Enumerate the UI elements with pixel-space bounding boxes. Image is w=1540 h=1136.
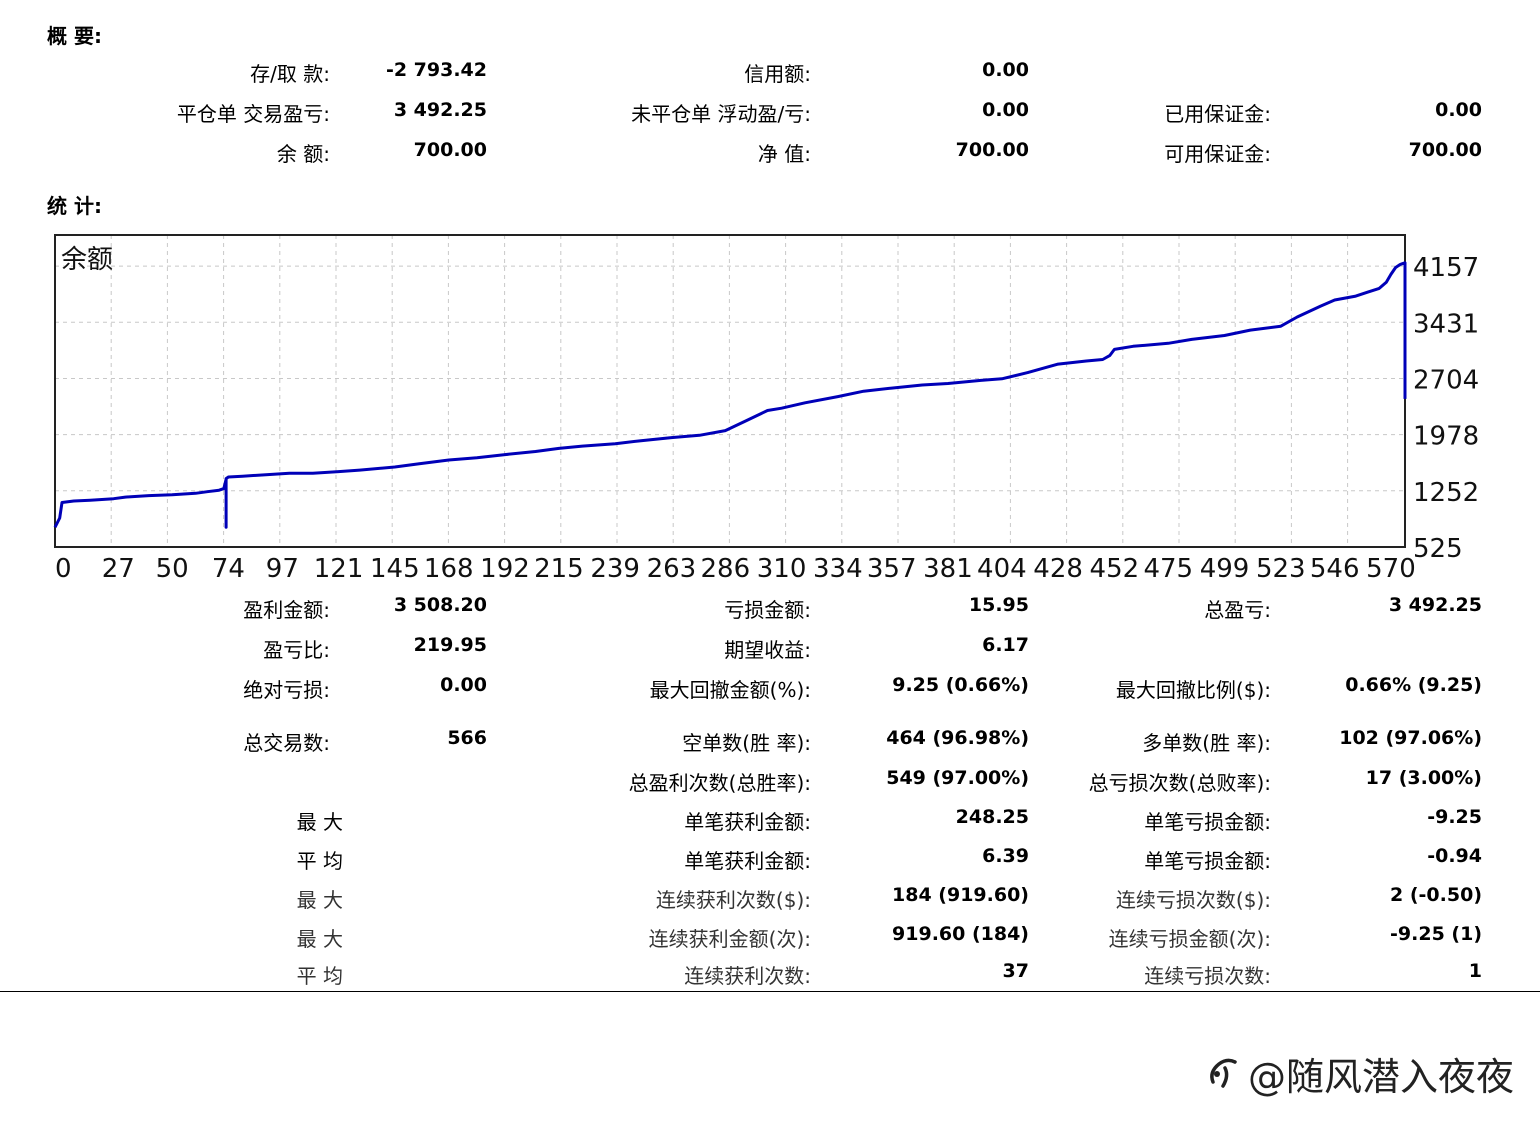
x-tick-label: 523: [1256, 554, 1306, 584]
x-tick-label: 192: [480, 554, 530, 584]
stats-value: 6.17: [982, 634, 1029, 656]
stats-right-label: 连续亏损次数:: [1144, 964, 1271, 988]
stats-left-label: 绝对亏损:: [243, 678, 330, 702]
watermark-text: @随风潜入夜夜: [1248, 1055, 1515, 1099]
stats-mid-label: 单笔获利金额:: [684, 810, 811, 834]
stats-value: 0.66% (9.25): [1345, 674, 1482, 696]
stats-mid-label: 期望收益:: [724, 638, 811, 662]
stats-right-label: 总盈亏:: [1204, 598, 1271, 622]
stats-left-label: 总交易数:: [243, 731, 330, 755]
x-tick-label: 27: [102, 554, 135, 584]
y-tick-label: 525: [1413, 534, 1463, 564]
x-tick-label: 74: [212, 554, 245, 584]
x-tick-label: 215: [534, 554, 584, 584]
x-tick-label: 428: [1033, 554, 1083, 584]
x-tick-label: 357: [867, 554, 917, 584]
stats-mid-label: 连续获利次数($):: [655, 888, 811, 912]
x-tick-label: 121: [314, 554, 364, 584]
x-tick-label: 475: [1143, 554, 1193, 584]
stats-value: 3 492.25: [1388, 594, 1482, 616]
stats-right-label: 单笔亏损金额:: [1144, 849, 1271, 873]
stats-mid-label: 总盈利次数(总胜率):: [628, 771, 811, 795]
stats-mid-label: 连续获利次数:: [684, 964, 811, 988]
x-tick-label: 310: [757, 554, 807, 584]
stats-mid-label: 最大回撤金额(%):: [649, 678, 811, 702]
stats-mid-label: 单笔获利金额:: [684, 849, 811, 873]
stats-value: -0.94: [1427, 845, 1482, 867]
x-tick-label: 239: [590, 554, 640, 584]
chart-title: 余额: [61, 245, 113, 275]
stats-value: 102 (97.06%): [1339, 727, 1482, 749]
stats-value: -9.25 (1): [1390, 923, 1482, 945]
stats-value: -9.25: [1427, 806, 1482, 828]
stats-right-label: 多单数(胜 率):: [1142, 731, 1271, 755]
x-tick-label: 50: [156, 554, 189, 584]
stats-left-label: 最 大: [296, 810, 343, 834]
stats-mid-label: 连续获利金额(次):: [648, 927, 811, 951]
bottom-divider: [0, 991, 1540, 992]
x-tick-label: 452: [1090, 554, 1140, 584]
stats-left-label: 平 均: [296, 849, 343, 873]
stats-value: 2 (-0.50): [1390, 884, 1482, 906]
y-tick-label: 4157: [1413, 253, 1479, 283]
stats-value: 17 (3.00%): [1365, 767, 1482, 789]
x-tick-label: 546: [1310, 554, 1360, 584]
y-tick-label: 1978: [1413, 422, 1479, 452]
stats-value: 1: [1468, 960, 1482, 982]
x-tick-label: 334: [813, 554, 863, 584]
x-tick-label: 381: [923, 554, 973, 584]
stats-right-label: 总亏损次数(总败率):: [1088, 771, 1271, 795]
stats-left-label: 盈利金额:: [243, 598, 330, 622]
x-tick-label: 404: [977, 554, 1027, 584]
stats-left-label: 最 大: [296, 927, 343, 951]
stats-right-label: 最大回撤比例($):: [1115, 678, 1271, 702]
x-tick-label: 286: [700, 554, 750, 584]
stats-left-label: 平 均: [296, 964, 343, 988]
y-tick-label: 2704: [1413, 366, 1479, 396]
x-tick-label: 145: [370, 554, 420, 584]
y-tick-label: 1252: [1413, 478, 1479, 508]
plot-area: [55, 235, 1405, 547]
balance-chart: 525 1252 1978 2704 3431 4157 0 27 50 74 97 121 145 16…: [53, 234, 1479, 584]
stats-right-label: 单笔亏损金额:: [1144, 810, 1271, 834]
x-tick-label: 168: [424, 554, 474, 584]
stats-mid-label: 亏损金额:: [724, 598, 811, 622]
stats-right-label: 连续亏损金额(次):: [1108, 927, 1271, 951]
x-tick-label: 570: [1366, 554, 1416, 584]
stats-right-label: 连续亏损次数($):: [1115, 888, 1271, 912]
y-tick-label: 3431: [1413, 309, 1479, 339]
stats-left-label: 最 大: [296, 888, 343, 912]
x-tick-label: 499: [1200, 554, 1250, 584]
stats-mid-label: 空单数(胜 率):: [682, 731, 811, 755]
x-tick-label: 97: [266, 554, 299, 584]
x-tick-label: 0: [55, 554, 72, 584]
x-tick-label: 263: [647, 554, 697, 584]
stats-left-label: 盈亏比:: [263, 638, 330, 662]
watermark-logo-icon: [1205, 1052, 1245, 1101]
